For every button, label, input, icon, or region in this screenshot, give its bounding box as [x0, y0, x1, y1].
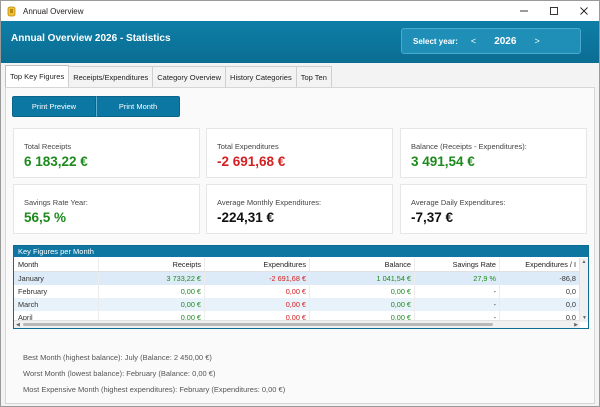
- table-row[interactable]: March 0,00 € 0,00 € 0,00 € - 0,0: [14, 298, 580, 311]
- maximize-icon: [550, 7, 558, 15]
- card-value: 3 491,54 €: [411, 154, 475, 169]
- close-button[interactable]: [569, 1, 599, 21]
- monthly-key-figures: Key Figures per Month Month Receipts Exp…: [13, 245, 589, 329]
- cell-balance: 0,00 €: [310, 285, 415, 298]
- column-header[interactable]: Receipts: [99, 258, 205, 271]
- most-expensive-month-note: Most Expensive Month (highest expenditur…: [23, 385, 286, 394]
- cell-expenditures-ratio: 0,0: [500, 285, 580, 298]
- app-header: Annual Overview 2026 - Statistics Select…: [1, 21, 599, 63]
- scroll-left-icon[interactable]: ◀: [16, 321, 20, 329]
- app-window: Annual Overview Annual Overview 2026 - S…: [0, 0, 600, 407]
- chevron-left-icon[interactable]: <: [471, 36, 476, 46]
- year-selector: Select year: < 2026 >: [401, 28, 581, 54]
- cell-expenditures: 0,00 €: [205, 285, 310, 298]
- print-month-button[interactable]: Print Month: [96, 96, 180, 117]
- vertical-scrollbar[interactable]: ▲ ▼: [579, 258, 588, 322]
- minimize-icon: [520, 10, 528, 12]
- card-value: 56,5 %: [24, 210, 67, 225]
- minimize-button[interactable]: [509, 1, 539, 21]
- table-header: Month Receipts Expenditures Balance Savi…: [14, 258, 580, 272]
- year-value: 2026: [494, 35, 517, 47]
- horizontal-scrollbar[interactable]: ◀ ▶: [14, 320, 580, 328]
- cell-expenditures-ratio: -86,8: [500, 272, 580, 285]
- card-average-monthly-expenditures: Average Monthly Expenditures: -224,31 €: [206, 184, 393, 234]
- tab-panel: Print Preview Print Month Total Receipts…: [5, 87, 595, 404]
- page-title: Annual Overview 2026 - Statistics: [11, 33, 171, 44]
- card-label: Average Monthly Expenditures:: [217, 198, 322, 207]
- summary-notes: Best Month (highest balance): July (Bala…: [23, 350, 285, 398]
- close-icon: [580, 7, 588, 15]
- tab-top-key-figures[interactable]: Top Key Figures: [5, 65, 70, 87]
- column-header[interactable]: Month: [14, 258, 99, 271]
- tab-category-overview[interactable]: Category Overview: [152, 66, 227, 87]
- monthly-table: Month Receipts Expenditures Balance Savi…: [14, 258, 580, 324]
- card-savings-rate: Savings Rate Year: 56,5 %: [13, 184, 200, 234]
- card-total-receipts: Total Receipts 6 183,22 €: [13, 128, 200, 178]
- cell-savings-rate: -: [415, 298, 500, 311]
- app-icon: [7, 6, 16, 16]
- cell-balance: 1 041,54 €: [310, 272, 415, 285]
- window-title: Annual Overview: [23, 6, 84, 16]
- column-header[interactable]: Balance: [310, 258, 415, 271]
- scrollbar-thumb[interactable]: [23, 323, 493, 326]
- title-bar: Annual Overview: [1, 1, 599, 21]
- print-preview-button[interactable]: Print Preview: [12, 96, 96, 117]
- cell-savings-rate: -: [415, 285, 500, 298]
- maximize-button[interactable]: [539, 1, 569, 21]
- card-label: Average Daily Expenditures:: [411, 198, 506, 207]
- scroll-right-icon[interactable]: ▶: [574, 321, 578, 329]
- card-label: Total Expenditures: [217, 142, 279, 151]
- table-row[interactable]: January 3 733,22 € -2 691,68 € 1 041,54 …: [14, 272, 580, 285]
- card-value: 6 183,22 €: [24, 154, 88, 169]
- card-balance: Balance (Receipts - Expenditures): 3 491…: [400, 128, 587, 178]
- print-buttons: Print Preview Print Month: [12, 96, 180, 117]
- cell-month: March: [14, 298, 99, 311]
- card-value: -2 691,68 €: [217, 154, 286, 169]
- cell-month: January: [14, 272, 99, 285]
- card-label: Balance (Receipts - Expenditures):: [411, 142, 527, 151]
- tab-bar: Top Key Figures Receipts/Expenditures Ca…: [5, 65, 332, 87]
- card-value: -224,31 €: [217, 210, 275, 225]
- tab-receipts-expenditures[interactable]: Receipts/Expenditures: [68, 66, 154, 87]
- monthly-section-title: Key Figures per Month: [14, 246, 588, 257]
- card-average-daily-expenditures: Average Daily Expenditures: -7,37 €: [400, 184, 587, 234]
- card-label: Savings Rate Year:: [24, 198, 88, 207]
- cell-balance: 0,00 €: [310, 298, 415, 311]
- cell-expenditures: -2 691,68 €: [205, 272, 310, 285]
- cell-savings-rate: 27,9 %: [415, 272, 500, 285]
- year-selector-label: Select year:: [413, 36, 458, 46]
- scroll-down-icon[interactable]: ▼: [580, 314, 589, 322]
- worst-month-note: Worst Month (lowest balance): February (…: [23, 369, 216, 378]
- table-row[interactable]: February 0,00 € 0,00 € 0,00 € - 0,0: [14, 285, 580, 298]
- scroll-up-icon[interactable]: ▲: [580, 258, 588, 266]
- column-header[interactable]: Savings Rate: [415, 258, 500, 271]
- card-label: Total Receipts: [24, 142, 72, 151]
- cell-receipts: 0,00 €: [99, 298, 205, 311]
- card-value: -7,37 €: [411, 210, 454, 225]
- cell-expenditures-ratio: 0,0: [500, 298, 580, 311]
- column-header[interactable]: Expenditures: [205, 258, 310, 271]
- best-month-note: Best Month (highest balance): July (Bala…: [23, 353, 212, 362]
- chevron-right-icon[interactable]: >: [534, 36, 539, 46]
- card-total-expenditures: Total Expenditures -2 691,68 €: [206, 128, 393, 178]
- cell-receipts: 3 733,22 €: [99, 272, 205, 285]
- tab-history-categories[interactable]: History Categories: [225, 66, 297, 87]
- cell-expenditures: 0,00 €: [205, 298, 310, 311]
- tab-top-ten[interactable]: Top Ten: [295, 66, 332, 87]
- cell-month: February: [14, 285, 99, 298]
- cell-receipts: 0,00 €: [99, 285, 205, 298]
- column-header[interactable]: Expenditures / I: [500, 258, 580, 271]
